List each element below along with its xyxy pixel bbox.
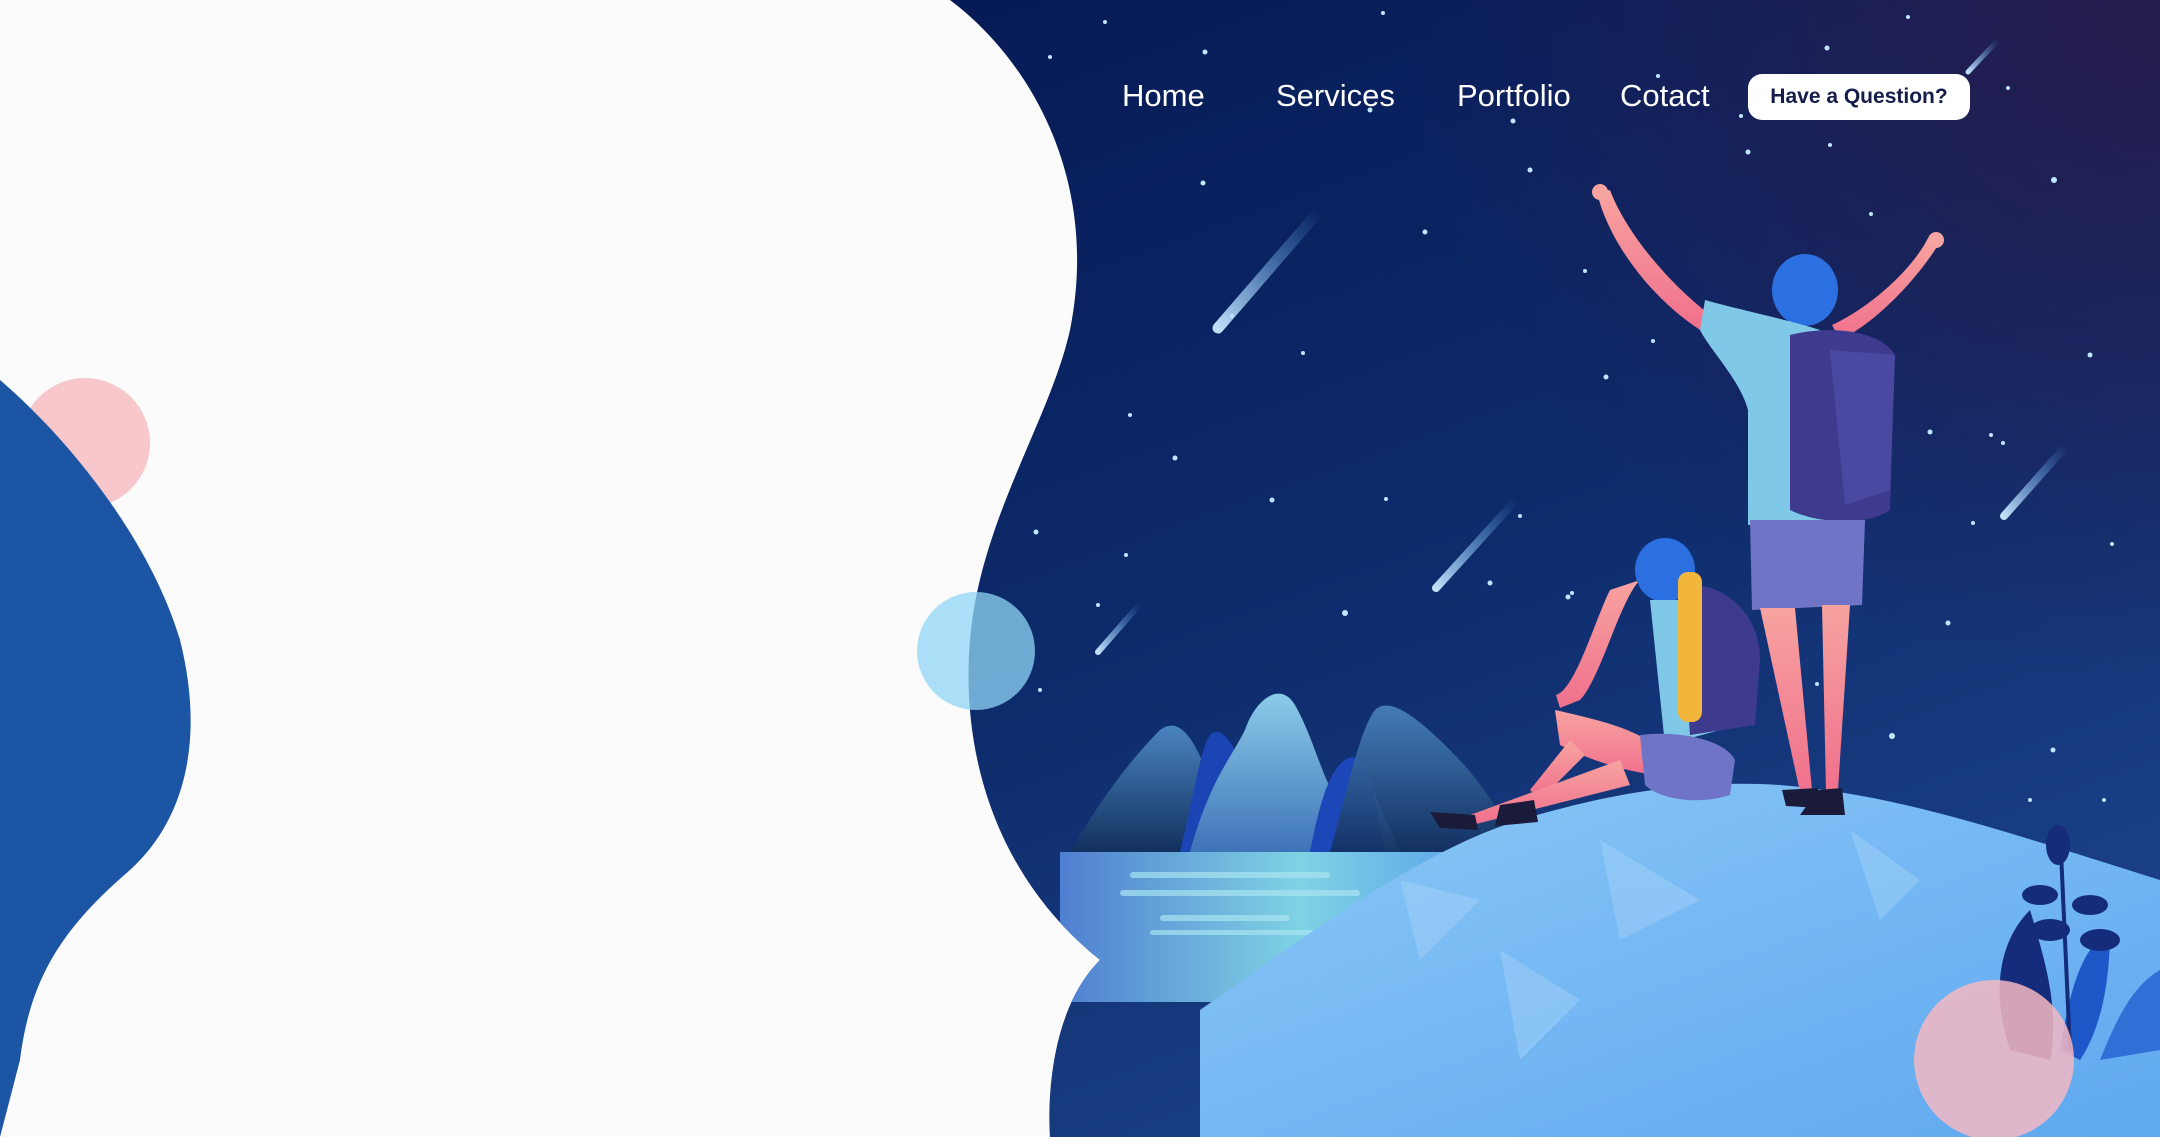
nav-link-contact[interactable]: Cotact [1620,78,1710,114]
nav-link-home[interactable]: Home [1122,78,1205,114]
have-a-question-button[interactable]: Have a Question? [1748,74,1970,120]
blue-decor-blob-left [0,380,191,1137]
light-blue-decor-circle [917,592,1035,710]
nav-link-portfolio[interactable]: Portfolio [1457,78,1571,114]
nav-link-services[interactable]: Services [1276,78,1395,114]
pink-decor-circle-right [1914,980,2074,1137]
hero-illustration [0,0,2160,1137]
